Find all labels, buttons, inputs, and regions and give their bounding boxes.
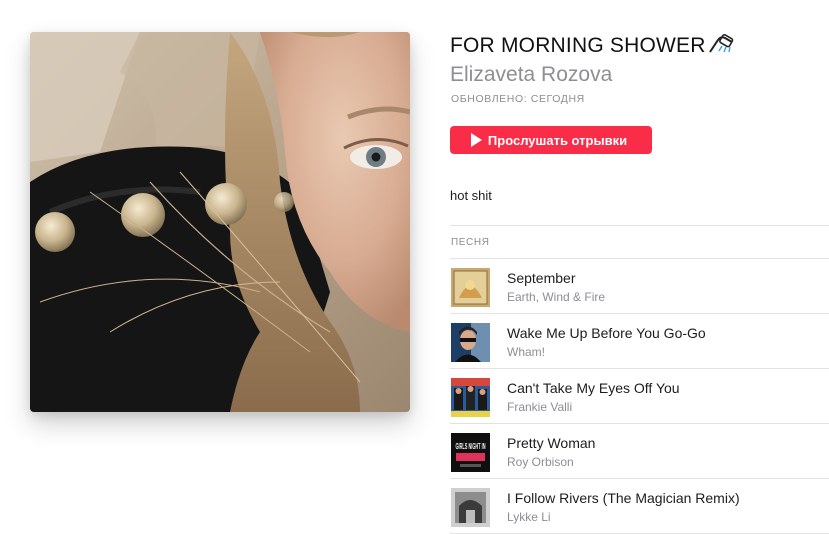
column-header-song: ПЕСНЯ (451, 237, 490, 248)
track-list: September Earth, Wind & Fire Wake Me Up … (450, 259, 829, 534)
playlist-description: hot shit (450, 188, 492, 203)
track-artist[interactable]: Wham! (507, 345, 545, 359)
track-row[interactable]: GIRLS NIGHT IN Pretty Woman Roy Orbison (450, 424, 829, 479)
track-title: I Follow Rivers (The Magician Remix) (507, 490, 740, 506)
curator-name[interactable]: Elizaveta Rozova (450, 63, 612, 87)
track-row[interactable]: Can't Take My Eyes Off You Frankie Valli (450, 369, 829, 424)
track-artist[interactable]: Frankie Valli (507, 400, 572, 414)
preview-button-label: Прослушать отрывки (487, 132, 628, 148)
playlist-title-text: FOR MORNING SHOWER (450, 34, 706, 57)
shower-icon (707, 33, 735, 54)
updated-label: ОБНОВЛЕНО: СЕГОДНЯ (451, 93, 585, 105)
track-row[interactable]: Wake Me Up Before You Go-Go Wham! (450, 314, 829, 369)
track-artist[interactable]: Earth, Wind & Fire (507, 290, 605, 304)
album-art (451, 488, 490, 527)
track-row[interactable]: I Follow Rivers (The Magician Remix) Lyk… (450, 479, 829, 534)
track-artist[interactable]: Lykke Li (507, 510, 551, 524)
track-title: Wake Me Up Before You Go-Go (507, 325, 706, 341)
track-list-header: ПЕСНЯ (450, 225, 829, 259)
play-icon (470, 133, 482, 147)
track-artist[interactable]: Roy Orbison (507, 455, 574, 469)
album-art (451, 378, 490, 417)
track-row[interactable]: September Earth, Wind & Fire (450, 259, 829, 314)
preview-button[interactable]: Прослушать отрывки (450, 126, 652, 154)
track-title: Pretty Woman (507, 435, 596, 451)
playlist-title: FOR MORNING SHOWER (450, 33, 735, 58)
track-title: September (507, 270, 576, 286)
track-title: Can't Take My Eyes Off You (507, 380, 680, 396)
album-art (451, 323, 490, 362)
album-art-text: GIRLS NIGHT IN (456, 442, 486, 451)
album-art: GIRLS NIGHT IN (451, 433, 490, 472)
album-art (451, 268, 490, 307)
playlist-cover-image (30, 32, 410, 412)
